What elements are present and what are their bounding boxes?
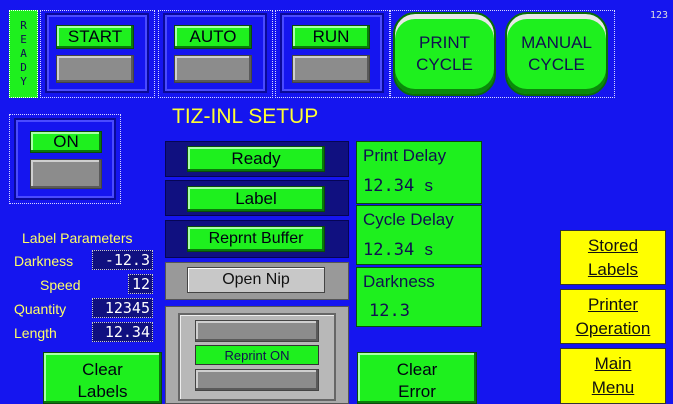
clear-error-button[interactable]: Clear Error	[357, 352, 477, 404]
label-label: Label	[235, 189, 277, 208]
stored-line1: Stored	[587, 235, 639, 255]
auto-button[interactable]: AUTO	[174, 25, 252, 49]
cycle-delay-value: 12.34	[363, 240, 415, 260]
cycle-delay-box[interactable]: Cycle Delay 12.34 s	[356, 205, 482, 265]
manual-cycle-line1: MANUAL	[521, 33, 592, 52]
print-delay-value-row: 12.34 s	[363, 176, 433, 196]
darkness-box[interactable]: Darkness 12.3	[356, 267, 482, 327]
start-label: START	[67, 27, 123, 46]
print-delay-unit: s	[424, 176, 433, 195]
reprint-top-indicator	[195, 320, 319, 342]
cycle-delay-label: Cycle Delay	[363, 210, 454, 229]
quantity-param-label: Quantity	[14, 301, 67, 317]
printer-line2: Operation	[575, 318, 651, 338]
reprint-on-label: Reprint ON	[224, 347, 290, 363]
print-cycle-line1: PRINT	[419, 33, 470, 52]
reprint-buffer-status: Reprnt Buffer	[187, 226, 325, 252]
on-status-indicator	[30, 159, 102, 189]
open-nip-label: Open Nip	[222, 271, 290, 288]
ready-label: Ready	[231, 149, 281, 168]
ready-text: READY	[17, 19, 30, 89]
on-button[interactable]: ON	[30, 131, 102, 153]
run-status-indicator	[292, 55, 370, 83]
params-heading: Label Parameters	[22, 230, 133, 246]
manual-cycle-button[interactable]: MANUAL CYCLE	[505, 12, 608, 96]
main-menu-button[interactable]: Main Menu	[560, 348, 666, 404]
ready-status: Ready	[187, 146, 325, 172]
darkness-param-value[interactable]: -12.3	[92, 250, 153, 270]
label-status: Label	[187, 186, 325, 212]
start-status-indicator	[56, 55, 134, 83]
reprint-bottom-indicator	[195, 369, 319, 391]
print-cycle-button[interactable]: PRINT CYCLE	[393, 12, 496, 96]
stored-labels-button[interactable]: Stored Labels	[560, 230, 666, 285]
length-param-value[interactable]: 12.34	[92, 322, 153, 342]
print-delay-label: Print Delay	[363, 146, 447, 165]
clear-labels-button[interactable]: Clear Labels	[43, 352, 162, 404]
auto-label: AUTO	[189, 27, 237, 46]
printer-line1: Printer	[587, 294, 639, 314]
main-line2: Menu	[591, 378, 635, 397]
speed-param-label: Speed	[40, 277, 81, 293]
corner-indicator: 123	[650, 10, 669, 21]
clear-labels-line1: Clear	[82, 360, 123, 379]
auto-status-indicator	[174, 55, 252, 83]
print-cycle-line2: CYCLE	[416, 55, 473, 74]
darkness-box-value: 12.3	[369, 301, 410, 321]
print-delay-box[interactable]: Print Delay 12.34 s	[356, 141, 482, 204]
run-button[interactable]: RUN	[292, 25, 370, 49]
main-line1: Main	[594, 354, 632, 373]
darkness-param-label: Darkness	[14, 253, 74, 269]
page-title: TIZ-INL SETUP	[172, 105, 319, 128]
clear-error-line2: Error	[398, 382, 436, 401]
clear-error-line1: Clear	[396, 360, 438, 379]
speed-param-value[interactable]: 12	[128, 274, 153, 294]
open-nip-button[interactable]: Open Nip	[187, 267, 325, 293]
run-label: RUN	[312, 27, 350, 46]
length-param-label: Length	[14, 325, 57, 341]
cycle-delay-value-row: 12.34 s	[363, 240, 433, 260]
stored-line2: Labels	[587, 259, 639, 279]
manual-cycle-line2: CYCLE	[528, 55, 585, 74]
printer-operation-button[interactable]: Printer Operation	[560, 289, 666, 344]
on-label: ON	[53, 132, 79, 151]
cycle-delay-unit: s	[424, 240, 433, 259]
darkness-box-label: Darkness	[363, 272, 435, 291]
reprint-on-status: Reprint ON	[195, 345, 319, 365]
print-delay-value: 12.34	[363, 176, 415, 196]
ready-indicator: READY	[9, 10, 38, 98]
reprint-buffer-label: Reprnt Buffer	[208, 230, 304, 247]
start-button[interactable]: START	[56, 25, 134, 49]
clear-labels-line2: Labels	[77, 382, 128, 401]
quantity-param-value[interactable]: 12345	[92, 298, 153, 318]
